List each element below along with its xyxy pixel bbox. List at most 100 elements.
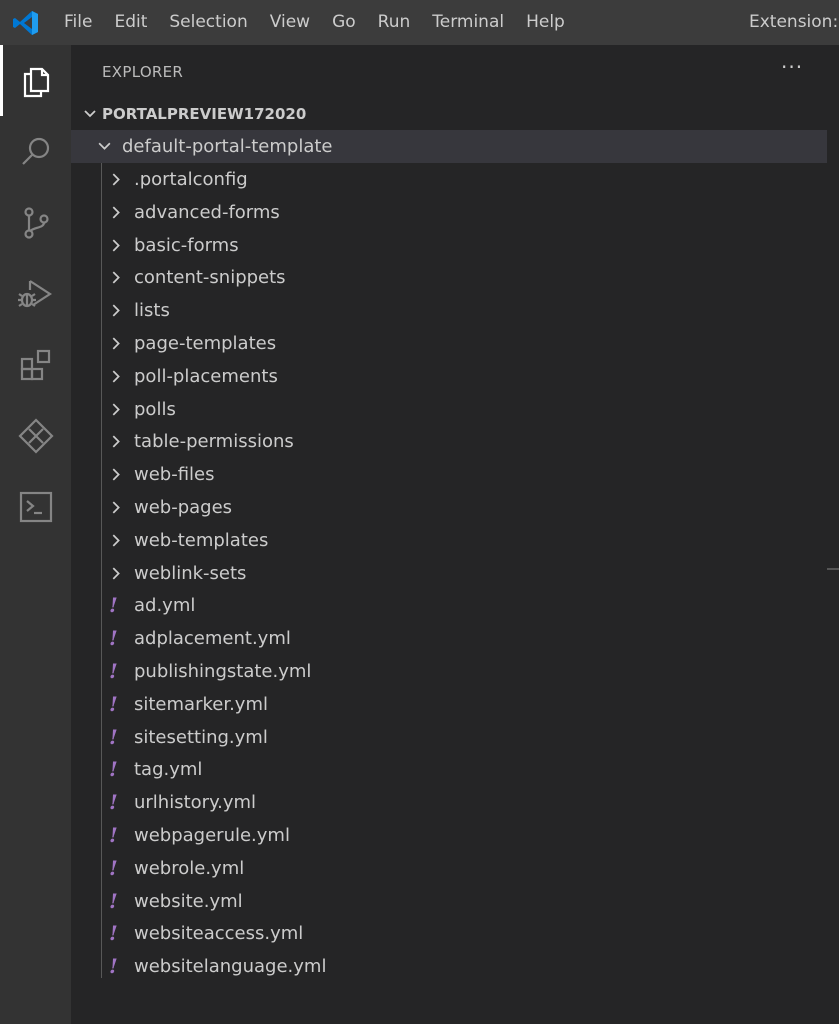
chevron-right-icon: [109, 500, 124, 519]
folder-name: web-templates: [134, 529, 269, 551]
tree-folder-item[interactable]: table-permissions: [71, 425, 827, 458]
tree-folder-item[interactable]: content-snippets: [71, 261, 827, 294]
chevron-right-icon: [109, 434, 124, 453]
yaml-file-icon: !: [109, 659, 118, 683]
tree-folder-item[interactable]: .portalconfig: [71, 163, 827, 196]
yaml-file-icon: !: [109, 823, 118, 847]
tree-folder-item[interactable]: poll-placements: [71, 360, 827, 393]
yaml-file-icon: !: [109, 757, 118, 782]
tree-folder-item[interactable]: web-files: [71, 458, 827, 491]
file-name: websiteaccess.yml: [134, 923, 304, 945]
yaml-file-icon: !: [109, 691, 118, 716]
yaml-file-icon: !: [109, 724, 118, 749]
tree-folder-item[interactable]: weblink-sets: [71, 557, 827, 590]
yaml-file-icon: !: [109, 954, 118, 979]
search-icon[interactable]: [0, 116, 71, 187]
menu-selection[interactable]: Selection: [158, 0, 258, 45]
tree-file-item[interactable]: ! website.yml: [71, 885, 827, 918]
tree-folder-item[interactable]: web-pages: [71, 491, 827, 524]
file-name: websitelanguage.yml: [134, 956, 327, 978]
menu-file[interactable]: File: [52, 0, 103, 45]
tree-file-item[interactable]: ! webpagerule.yml: [71, 819, 827, 852]
terminal-icon[interactable]: [0, 471, 71, 542]
file-name: tag.yml: [134, 759, 203, 781]
chevron-right-icon: [109, 270, 124, 289]
chevron-right-icon: [109, 369, 124, 388]
folder-name: polls: [134, 398, 176, 420]
file-name: ad.yml: [134, 595, 196, 617]
tree-file-item[interactable]: ! ad.yml: [71, 589, 827, 622]
chevron-right-icon: [109, 238, 124, 257]
source-control-icon[interactable]: [0, 187, 71, 258]
vscode-logo-icon: [0, 0, 52, 45]
workspace-root[interactable]: PORTALPREVIEW172020: [71, 98, 839, 130]
folder-name: poll-placements: [134, 365, 278, 387]
tree-folder-item[interactable]: basic-forms: [71, 229, 827, 262]
explorer-header: EXPLORER: [102, 63, 184, 81]
folder-name: lists: [134, 300, 170, 322]
folder-name: basic-forms: [134, 234, 239, 256]
yaml-file-icon: !: [109, 921, 118, 946]
more-actions-button[interactable]: ···: [781, 55, 803, 79]
extensions-icon[interactable]: [0, 329, 71, 400]
chevron-right-icon: [109, 336, 124, 355]
title-bar: File Edit Selection View Go Run Terminal…: [0, 0, 839, 45]
tree-file-item[interactable]: ! sitesetting.yml: [71, 721, 827, 754]
file-name: urlhistory.yml: [134, 792, 257, 814]
menu-go[interactable]: Go: [321, 0, 367, 45]
folder-name: web-files: [134, 464, 215, 486]
tree-file-item[interactable]: ! urlhistory.yml: [71, 786, 827, 819]
menu-terminal[interactable]: Terminal: [421, 0, 515, 45]
chevron-right-icon: [109, 303, 124, 322]
folder-label: default-portal-template: [122, 136, 333, 157]
file-name: publishingstate.yml: [134, 661, 312, 682]
scrollbar-marker[interactable]: [827, 568, 839, 570]
tree-file-item[interactable]: ! webrole.yml: [71, 852, 827, 885]
tree-folder-item[interactable]: polls: [71, 393, 827, 426]
tree-file-item[interactable]: ! websitelanguage.yml: [71, 950, 827, 983]
yaml-file-icon: !: [109, 593, 118, 618]
file-name: sitesetting.yml: [134, 726, 268, 748]
window-title: Extension: P: [749, 12, 839, 32]
chevron-right-icon: [109, 467, 124, 486]
chevron-right-icon: [109, 533, 124, 552]
folder-name: page-templates: [134, 333, 277, 354]
menu-bar: File Edit Selection View Go Run Terminal…: [52, 0, 576, 45]
folder-name: table-permissions: [134, 431, 294, 453]
folder-name: web-pages: [134, 497, 233, 518]
file-name: sitemarker.yml: [134, 693, 268, 715]
tree-file-item[interactable]: ! adplacement.yml: [71, 622, 827, 655]
explorer-icon[interactable]: [0, 45, 71, 116]
tree-file-item[interactable]: ! tag.yml: [71, 753, 827, 786]
chevron-down-icon: [83, 106, 97, 125]
file-name: adplacement.yml: [134, 628, 291, 650]
chevron-right-icon: [109, 205, 124, 224]
folder-name: content-snippets: [134, 267, 286, 289]
file-name: website.yml: [134, 890, 243, 912]
power-platform-icon[interactable]: [0, 400, 71, 471]
run-debug-icon[interactable]: [0, 258, 71, 329]
folder-default-portal-template[interactable]: default-portal-template: [71, 130, 827, 163]
chevron-down-icon: [97, 139, 112, 158]
yaml-file-icon: !: [109, 888, 118, 913]
menu-help[interactable]: Help: [515, 0, 576, 45]
tree-file-item[interactable]: ! websiteaccess.yml: [71, 917, 827, 950]
activity-bar: [0, 45, 71, 1024]
yaml-file-icon: !: [109, 790, 118, 815]
menu-view[interactable]: View: [259, 0, 321, 45]
file-name: webrole.yml: [134, 857, 245, 879]
chevron-right-icon: [109, 402, 124, 421]
tree-folder-item[interactable]: page-templates: [71, 327, 827, 360]
tree-folder-item[interactable]: lists: [71, 294, 827, 327]
chevron-right-icon: [109, 172, 124, 191]
tree-file-item[interactable]: ! sitemarker.yml: [71, 688, 827, 721]
tree-folder-item[interactable]: web-templates: [71, 524, 827, 557]
tree-file-item[interactable]: ! publishingstate.yml: [71, 655, 827, 688]
workspace-root-label: PORTALPREVIEW172020: [102, 105, 307, 123]
chevron-right-icon: [109, 566, 124, 585]
file-name: webpagerule.yml: [134, 825, 290, 846]
yaml-file-icon: !: [109, 626, 118, 651]
tree-folder-item[interactable]: advanced-forms: [71, 196, 827, 229]
menu-run[interactable]: Run: [367, 0, 422, 45]
menu-edit[interactable]: Edit: [103, 0, 158, 45]
